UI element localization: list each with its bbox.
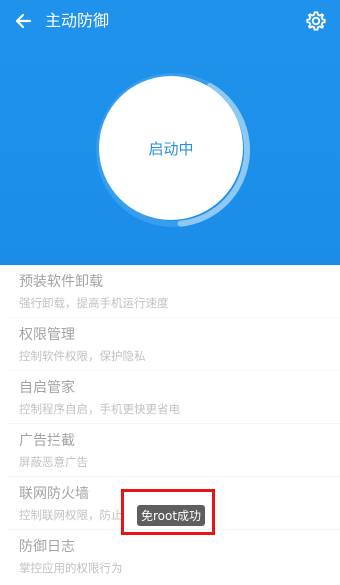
status-text: 启动中 bbox=[148, 139, 194, 158]
list-item-permission-management[interactable]: 权限管理 控制软件权限，保护隐私 bbox=[8, 318, 340, 371]
page-title: 主动防御 bbox=[45, 11, 110, 30]
item-title: 防御日志 bbox=[19, 539, 75, 555]
settings-button[interactable] bbox=[304, 9, 328, 33]
gear-icon bbox=[306, 11, 326, 31]
item-title: 联网防火墙 bbox=[19, 486, 89, 502]
item-description: 强行卸载，提高手机运行速度 bbox=[19, 296, 169, 310]
status-circle: 启动中 bbox=[99, 76, 243, 220]
item-description: 控制联网权限，防止 bbox=[19, 508, 123, 522]
item-description: 控制软件权限，保护隐私 bbox=[19, 349, 146, 363]
list-item-preinstalled-uninstall[interactable]: 预装软件卸载 强行卸载，提高手机运行速度 bbox=[8, 265, 340, 318]
item-title: 预装软件卸载 bbox=[19, 274, 103, 290]
item-title: 权限管理 bbox=[19, 327, 75, 343]
back-arrow-icon bbox=[15, 13, 32, 29]
header-banner: 主动防御 启动中 bbox=[0, 0, 340, 265]
status-dial: 启动中 bbox=[95, 72, 251, 228]
feature-list: 预装软件卸载 强行卸载，提高手机运行速度 权限管理 控制软件权限，保护隐私 自启… bbox=[0, 265, 340, 583]
item-description: 屏蔽恶意广告 bbox=[19, 455, 88, 469]
top-bar: 主动防御 bbox=[0, 0, 340, 44]
back-button[interactable] bbox=[10, 8, 36, 34]
toast-message: 免root成功 bbox=[137, 505, 205, 526]
item-title: 广告拦截 bbox=[19, 433, 75, 449]
list-item-autostart-manager[interactable]: 自启管家 控制程序自启，手机更快更省电 bbox=[8, 371, 340, 424]
item-description: 掌控应用的权限行为 bbox=[19, 561, 123, 575]
list-item-ad-blocking[interactable]: 广告拦截 屏蔽恶意广告 bbox=[8, 424, 340, 477]
list-item-defense-log[interactable]: 防御日志 掌控应用的权限行为 bbox=[8, 530, 340, 583]
item-title: 自启管家 bbox=[19, 380, 75, 396]
item-description: 控制程序自启，手机更快更省电 bbox=[19, 402, 180, 416]
